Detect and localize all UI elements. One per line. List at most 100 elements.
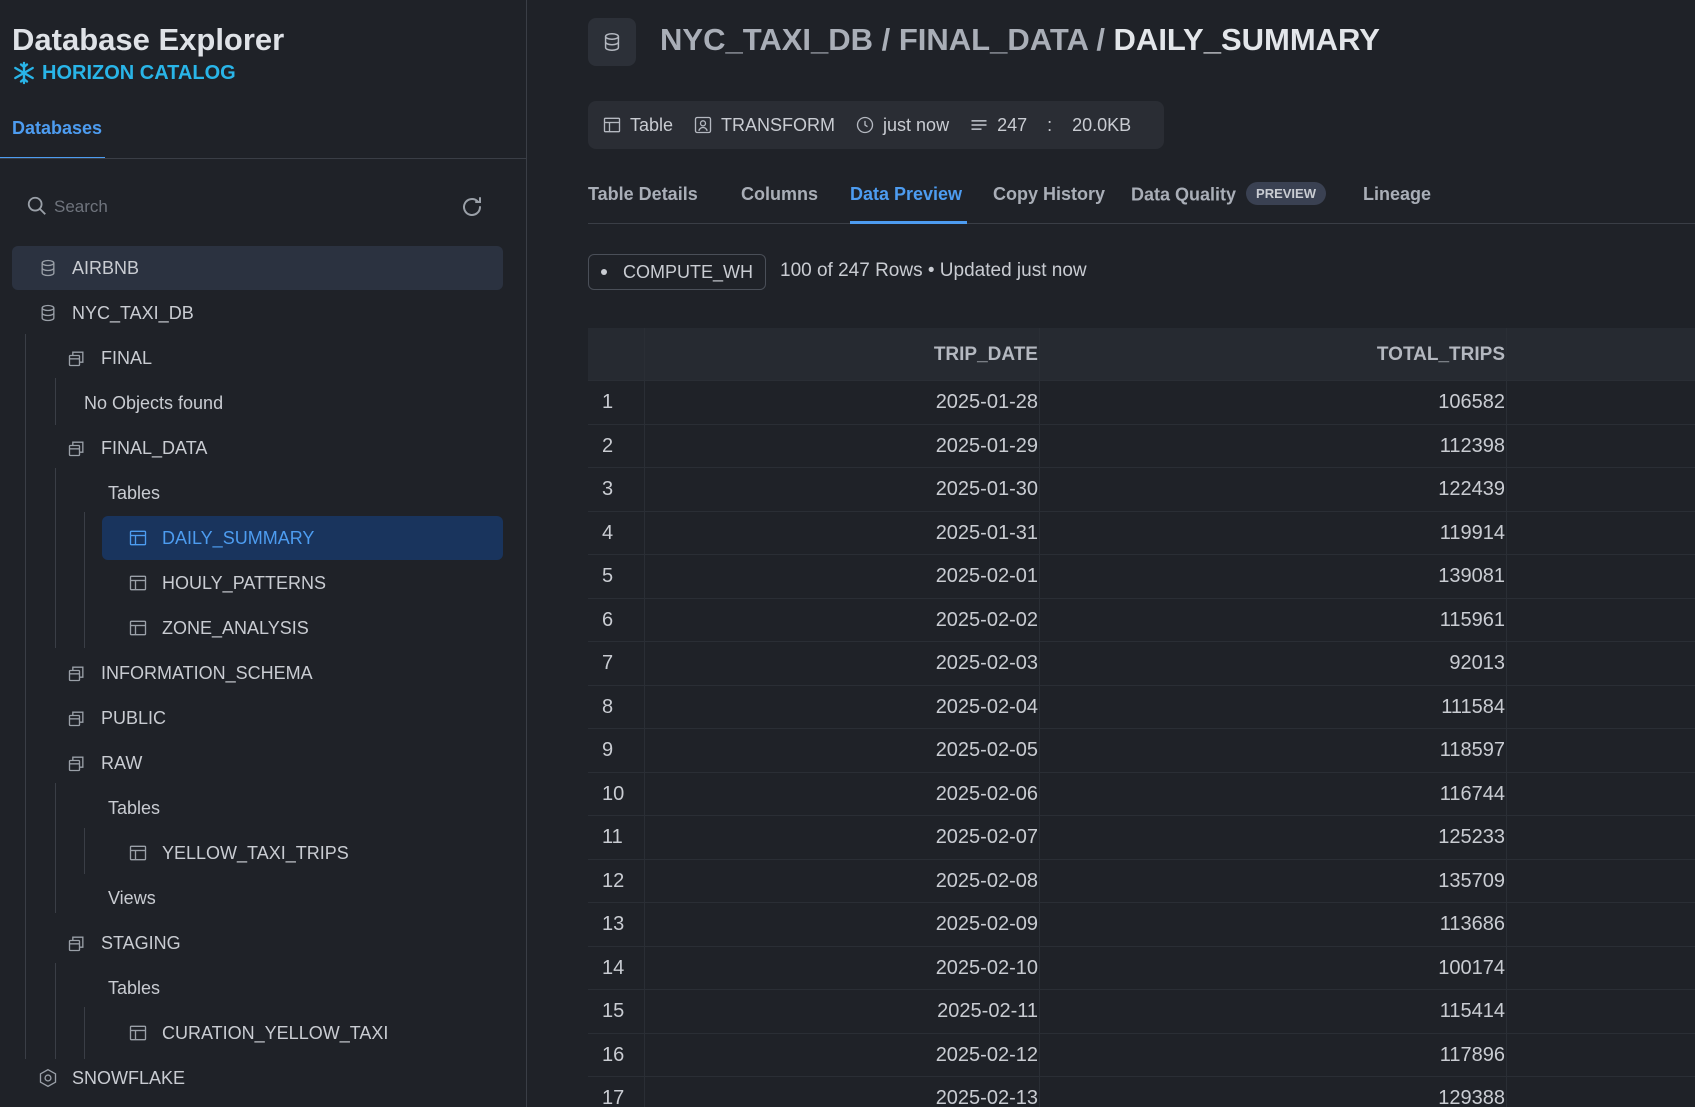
tree-item-label: SNOWFLAKE <box>72 1067 186 1088</box>
cell-total-trips: 115414 <box>1439 1000 1505 1022</box>
cell-trip-date: 2025-01-29 <box>935 434 1038 457</box>
meta-updated-label: just now <box>883 114 950 135</box>
tab-databases[interactable]: Databases <box>12 118 102 139</box>
tree-item-public[interactable]: PUBLIC <box>67 696 166 740</box>
cell-trip-date: 2025-02-13 <box>935 1087 1038 1107</box>
cell-trip-date: 2025-02-03 <box>935 652 1038 674</box>
row-number: 5 <box>602 565 614 587</box>
status-dot <box>601 269 607 275</box>
cell-total-trips: 125233 <box>1438 826 1505 848</box>
cell-total-trips: 119914 <box>1439 521 1505 544</box>
row-number: 10 <box>602 782 625 805</box>
preview-badge: PREVIEW <box>1246 182 1326 205</box>
catalog-name: HORIZON CATALOG <box>42 61 236 84</box>
table-row[interactable]: 16 2025-02-12 117896 <box>588 1032 1695 1077</box>
table-row[interactable]: 13 2025-02-09 113686 <box>588 902 1695 946</box>
tree-item-label: STAGING <box>101 932 181 953</box>
tab-table-details[interactable]: Table Details <box>588 184 698 205</box>
page-title: DAILY_SUMMARY <box>1113 22 1380 57</box>
table-row[interactable]: 15 2025-02-11 115414 <box>588 989 1695 1033</box>
table-row[interactable]: 6 2025-02-02 115961 <box>588 597 1695 642</box>
table-row[interactable]: 2 2025-01-29 112398 <box>588 423 1695 468</box>
tree-item-snowflake[interactable]: SNOWFLAKE <box>38 1056 185 1100</box>
search-input[interactable] <box>54 192 454 222</box>
warehouse-selector[interactable]: COMPUTE_WH <box>588 254 766 290</box>
breadcrumb: NYC_TAXI_DB / FINAL_DATA / DAILY_SUMMARY <box>660 22 1380 58</box>
tree-guide <box>84 512 85 648</box>
cell-total-trips: 117896 <box>1439 1043 1505 1066</box>
tree-item-airbnb[interactable]: AIRBNB <box>12 246 503 290</box>
hexagon-icon <box>39 1068 57 1088</box>
tree-item-nyc-taxi-db[interactable]: NYC_TAXI_DB <box>38 291 194 335</box>
tree-group-tables[interactable]: Tables <box>108 786 160 830</box>
tree-item-label: Tables <box>108 482 161 503</box>
tree-guide <box>55 783 56 913</box>
table-row[interactable]: 14 2025-02-10 100174 <box>588 945 1695 990</box>
breadcrumb-path[interactable]: NYC_TAXI_DB / FINAL_DATA / <box>660 22 1114 57</box>
table-row[interactable]: 10 2025-02-06 116744 <box>588 771 1695 816</box>
tree-item-final-data[interactable]: FINAL_DATA <box>67 426 207 470</box>
tree-item-staging[interactable]: STAGING <box>67 921 181 965</box>
tree-item-label: HOULY_PATTERNS <box>162 572 327 593</box>
tree-item-zone-analysis[interactable]: ZONE_ANALYSIS <box>128 606 309 650</box>
tab-lineage[interactable]: Lineage <box>1363 184 1431 205</box>
tab-copy-history[interactable]: Copy History <box>993 184 1105 205</box>
meta-owner-label: TRANSFORM <box>721 114 836 135</box>
cell-total-trips: 111584 <box>1441 695 1505 718</box>
schema-icon <box>68 936 84 952</box>
table-row[interactable]: 8 2025-02-04 111584 <box>588 684 1695 729</box>
table-row[interactable]: 3 2025-01-30 122439 <box>588 467 1695 511</box>
tree-item-raw[interactable]: RAW <box>67 741 142 785</box>
tree-item-information-schema[interactable]: INFORMATION_SCHEMA <box>67 651 313 695</box>
snowflake-icon <box>14 61 34 85</box>
tree-item-houly-patterns[interactable]: HOULY_PATTERNS <box>128 561 326 605</box>
tree-group-views[interactable]: Views <box>108 876 156 920</box>
tree-item-daily-summary[interactable]: DAILY_SUMMARY <box>102 516 503 560</box>
table-row[interactable]: 11 2025-02-07 125233 <box>588 815 1695 859</box>
column-header-trip-date[interactable]: TRIP_DATE <box>934 344 1038 366</box>
row-number: 3 <box>602 478 614 500</box>
tree-item-label: AIRBNB <box>72 257 140 278</box>
tab-data-quality[interactable]: Data Quality PREVIEW <box>1131 182 1326 207</box>
tree-group-tables[interactable]: Tables <box>108 966 160 1010</box>
table-row[interactable]: 5 2025-02-01 139081 <box>588 554 1695 598</box>
table-row[interactable]: 7 2025-02-03 92013 <box>588 641 1695 685</box>
table-row[interactable]: 4 2025-01-31 119914 <box>588 510 1695 555</box>
search-icon <box>27 196 46 215</box>
rows-info: 100 of 247 Rows • Updated just now <box>780 260 1087 281</box>
meta-type-label: Table <box>630 114 674 135</box>
column-header-total-trips[interactable]: TOTAL_TRIPS <box>1377 344 1505 366</box>
tree-item-label: ZONE_ANALYSIS <box>162 617 309 638</box>
row-number: 9 <box>602 739 614 761</box>
tree-item-label: FINAL <box>101 347 153 368</box>
row-number: 12 <box>602 869 625 892</box>
horizon-catalog-label: HORIZON CATALOG <box>12 61 236 85</box>
search-box <box>12 190 502 224</box>
row-number: 17 <box>602 1087 625 1107</box>
table-row[interactable]: 1 2025-01-28 106582 <box>588 380 1695 424</box>
tree-group-tables[interactable]: Tables <box>108 471 160 515</box>
cell-trip-date: 2025-02-02 <box>935 608 1038 631</box>
database-icon <box>604 33 620 51</box>
tree-item-yellow-taxi-trips[interactable]: YELLOW_TAXI_TRIPS <box>128 831 349 875</box>
tree-item-label: CURATION_YELLOW_TAXI <box>162 1022 389 1043</box>
tree-item-final[interactable]: FINAL <box>67 336 152 380</box>
cell-total-trips: 113686 <box>1439 913 1505 935</box>
table-row[interactable]: 9 2025-02-05 118597 <box>588 728 1695 772</box>
row-number: 13 <box>602 913 625 935</box>
table-meta-bar: Table TRANSFORM just now 247 : 20.0KB <box>588 101 1164 149</box>
table-row[interactable]: 12 2025-02-08 135709 <box>588 858 1695 903</box>
cell-trip-date: 2025-02-04 <box>935 695 1038 718</box>
refresh-icon[interactable] <box>460 195 484 219</box>
tab-columns[interactable]: Columns <box>741 184 818 205</box>
cell-total-trips: 116744 <box>1439 782 1505 805</box>
row-number: 11 <box>602 826 623 848</box>
tree-guide <box>84 1007 85 1059</box>
cell-total-trips: 100174 <box>1438 956 1505 979</box>
table-row[interactable]: 17 2025-02-13 129388 <box>588 1076 1695 1107</box>
meta-rows-label: 247 <box>997 114 1028 135</box>
tree-item-curation-yellow-taxi[interactable]: CURATION_YELLOW_TAXI <box>128 1011 388 1055</box>
cell-total-trips: 106582 <box>1438 391 1505 413</box>
tab-data-preview[interactable]: Data Preview <box>850 184 962 205</box>
tab-bar: Table Details Columns Data Preview Copy … <box>588 178 1695 224</box>
